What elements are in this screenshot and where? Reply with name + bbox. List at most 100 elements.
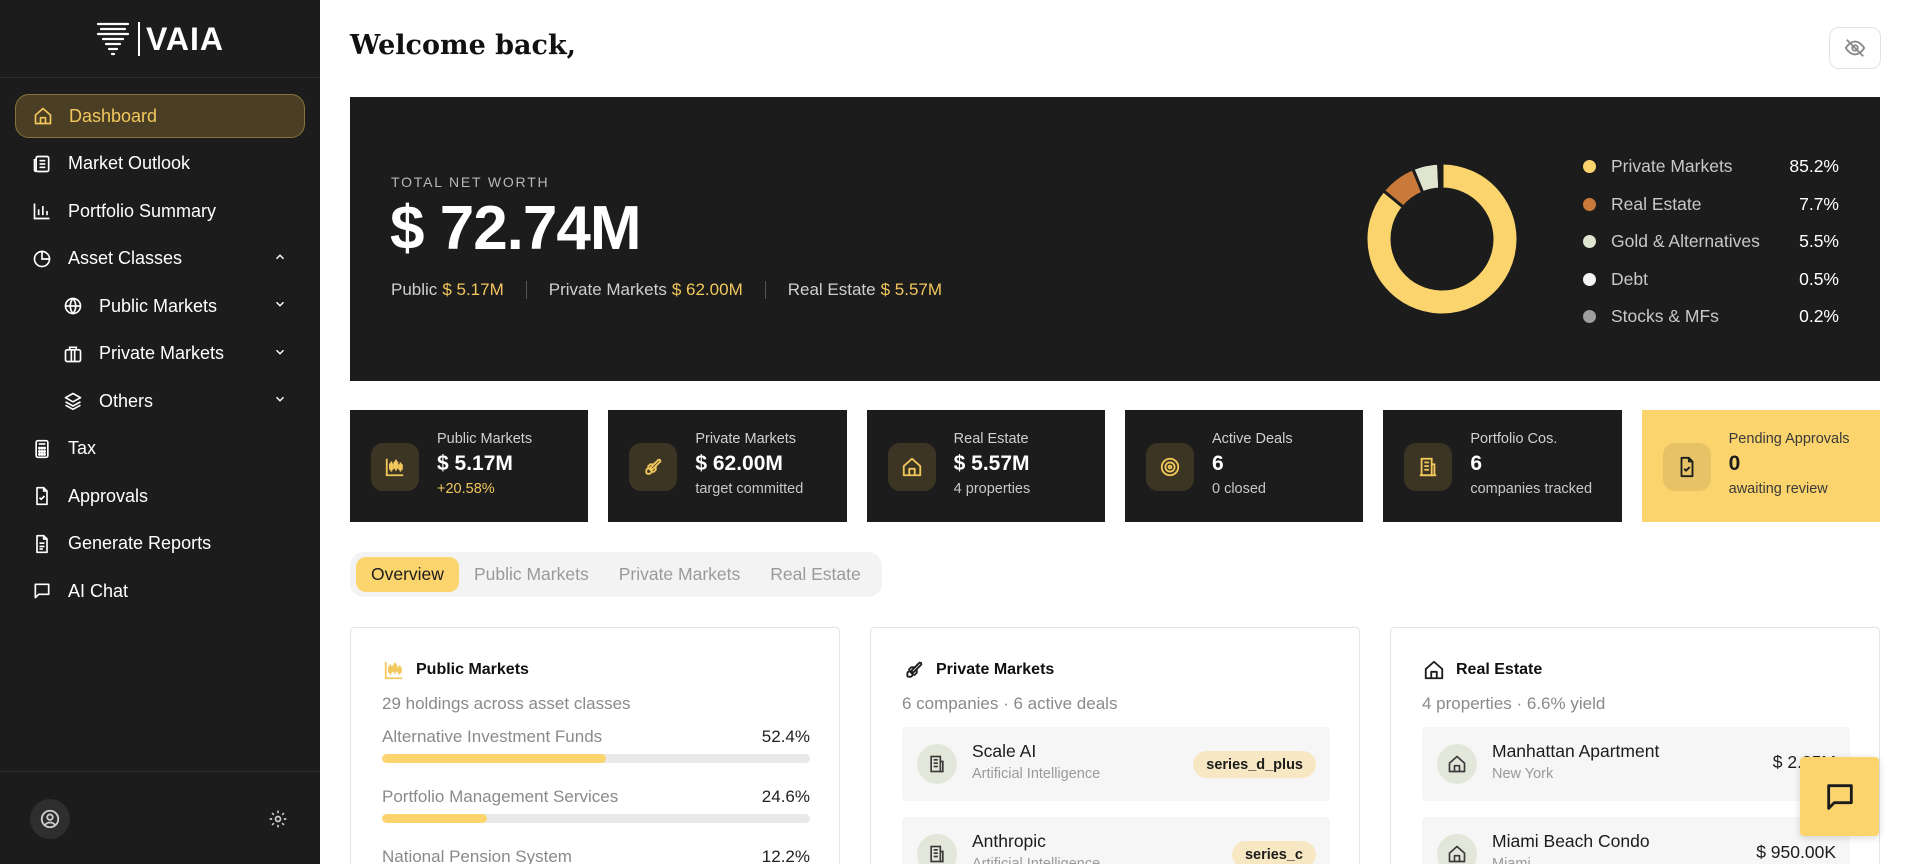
sidebar: VAIA Dashboard Market Outlook Portfolio … — [0, 0, 320, 864]
chevron-up-icon[interactable] — [273, 250, 287, 264]
legend-label: Stocks & MFs — [1611, 306, 1719, 327]
net-worth-breakdown: Public $ 5.17M Private Markets $ 62.00M … — [391, 280, 942, 300]
sidebar-item-portfolio-summary[interactable]: Portfolio Summary — [15, 189, 305, 233]
sidebar-item-private-markets[interactable]: Private Markets — [15, 332, 305, 376]
home-icon — [1422, 658, 1446, 682]
breakdown-label: Private Markets — [548, 280, 667, 299]
sidebar-item-generate-reports[interactable]: Generate Reports — [15, 522, 305, 566]
stat-subtitle: target committed — [695, 481, 804, 497]
stat-card-portfolio-cos[interactable]: Portfolio Cos. 6 companies tracked — [1383, 410, 1622, 522]
logo-text: VAIA — [137, 21, 224, 56]
ai-chat-button[interactable] — [1800, 757, 1879, 836]
legend-percent: 0.5% — [1799, 268, 1839, 289]
legend-percent: 0.2% — [1799, 306, 1839, 327]
logo[interactable]: VAIA — [0, 0, 320, 78]
sidebar-item-label: Generate Reports — [68, 533, 212, 553]
sidebar-item-label: Approvals — [68, 485, 149, 506]
property-item[interactable]: Miami Beach Condo Miami $ 950.00K — [1422, 817, 1850, 864]
stage-badge: series_c — [1231, 841, 1316, 864]
stat-value: $ 62.00M — [695, 452, 783, 475]
card-title: Private Markets — [936, 661, 1055, 678]
sidebar-item-dashboard[interactable]: Dashboard — [15, 94, 305, 138]
tab-real-estate[interactable]: Real Estate — [755, 557, 875, 592]
breakdown-label: Public — [391, 280, 438, 299]
stat-title: Real Estate — [953, 431, 1029, 447]
message-icon — [32, 581, 52, 601]
tab-overview[interactable]: Overview — [356, 557, 459, 592]
allocation-donut-chart[interactable] — [1362, 159, 1522, 319]
stat-card-public-markets[interactable]: Public Markets $ 5.17M +20.58% — [350, 410, 589, 522]
hide-values-button[interactable] — [1829, 27, 1881, 69]
file-check-icon — [32, 486, 52, 506]
stat-card-pending-approvals[interactable]: Pending Approvals 0 awaiting review — [1641, 410, 1880, 522]
legend-label: Real Estate — [1611, 193, 1702, 214]
donut-slice[interactable] — [1439, 161, 1444, 191]
legend-item: Gold & Alternatives 5.5% — [1583, 223, 1839, 261]
stat-card-real-estate[interactable]: Real Estate $ 5.57M 4 properties — [866, 410, 1105, 522]
stat-subtitle: 0 closed — [1211, 481, 1266, 497]
gear-icon[interactable] — [268, 809, 288, 829]
sidebar-item-others[interactable]: Others — [15, 379, 305, 423]
card-header: Public Markets — [382, 658, 529, 682]
sidebar-item-ai-chat[interactable]: AI Chat — [15, 569, 305, 613]
chevron-down-icon[interactable] — [273, 297, 287, 311]
message-icon — [1826, 783, 1853, 810]
bar-chart-icon — [32, 201, 52, 221]
sidebar-item-label: Dashboard — [69, 105, 158, 126]
progress-fill — [382, 814, 488, 823]
breakdown-amount: $ 62.00M — [671, 280, 743, 299]
allocation-row: Alternative Investment Funds 52.4% — [382, 727, 810, 763]
property-value: $ 950.00K — [1756, 842, 1836, 862]
sidebar-item-label: Tax — [68, 438, 97, 458]
stat-title: Pending Approvals — [1728, 431, 1850, 447]
home-icon — [887, 443, 936, 491]
company-sector: Artificial Intelligence — [972, 766, 1101, 782]
stat-cards: Public Markets $ 5.17M +20.58% Private M… — [350, 410, 1880, 522]
chevron-down-icon[interactable] — [273, 345, 287, 359]
sidebar-item-label: Private Markets — [99, 343, 225, 363]
public-markets-card[interactable]: Public Markets 29 holdings across asset … — [350, 627, 840, 864]
card-header: Private Markets — [902, 658, 1054, 682]
allocation-legend: Private Markets 85.2% Real Estate 7.7% G… — [1583, 148, 1839, 336]
breakdown-amount: $ 5.17M — [442, 280, 504, 299]
net-worth-label: TOTAL NET WORTH — [391, 174, 550, 190]
company-item[interactable]: Anthropic Artificial Intelligence series… — [902, 817, 1330, 864]
globe-icon — [63, 296, 83, 316]
file-text-icon — [32, 534, 52, 554]
main-content: Welcome back, TOTAL NET WORTH $ 72.74M P… — [350, 0, 1881, 864]
card-subtitle: 4 properties · 6.6% yield — [1422, 694, 1606, 713]
sidebar-item-approvals[interactable]: Approvals — [15, 474, 305, 518]
stat-title: Portfolio Cos. — [1470, 431, 1558, 447]
user-avatar[interactable] — [30, 799, 70, 839]
breakdown-label: Real Estate — [787, 280, 876, 299]
tab-private-markets[interactable]: Private Markets — [604, 557, 756, 592]
stat-subtitle: companies tracked — [1470, 481, 1593, 497]
target-icon — [1145, 443, 1194, 491]
property-item[interactable]: Manhattan Apartment New York $ 2.35M — [1422, 727, 1850, 801]
legend-dot — [1583, 197, 1596, 211]
sidebar-item-public-markets[interactable]: Public Markets — [15, 284, 305, 328]
chevron-down-icon[interactable] — [273, 392, 287, 406]
company-item[interactable]: Scale AI Artificial Intelligence series_… — [902, 727, 1330, 801]
page-title: Welcome back, — [350, 30, 577, 61]
sidebar-item-label: Public Markets — [99, 295, 218, 316]
sidebar-footer — [0, 771, 320, 864]
sidebar-item-label: AI Chat — [68, 580, 129, 601]
stat-card-private-markets[interactable]: Private Markets $ 62.00M target committe… — [608, 410, 847, 522]
company-sector: Artificial Intelligence — [972, 856, 1101, 864]
sidebar-item-market-outlook[interactable]: Market Outlook — [15, 142, 305, 186]
sidebar-item-label: Asset Classes — [68, 248, 183, 268]
company-name: Anthropic — [972, 831, 1046, 851]
legend-item: Debt 0.5% — [1583, 261, 1839, 299]
tab-public-markets[interactable]: Public Markets — [459, 557, 604, 592]
property-name: Miami Beach Condo — [1492, 831, 1650, 851]
stat-card-active-deals[interactable]: Active Deals 6 0 closed — [1124, 410, 1364, 522]
pie-chart-icon — [32, 249, 52, 269]
stat-value: $ 5.57M — [953, 452, 1030, 475]
sidebar-item-asset-classes[interactable]: Asset Classes — [15, 237, 305, 281]
sidebar-item-tax[interactable]: Tax — [15, 427, 305, 471]
private-markets-card[interactable]: Private Markets 6 companies · 6 active d… — [870, 627, 1360, 864]
home-icon — [1437, 834, 1477, 864]
card-subtitle: 29 holdings across asset classes — [382, 694, 631, 713]
allocation-percent: 24.6% — [761, 787, 810, 806]
